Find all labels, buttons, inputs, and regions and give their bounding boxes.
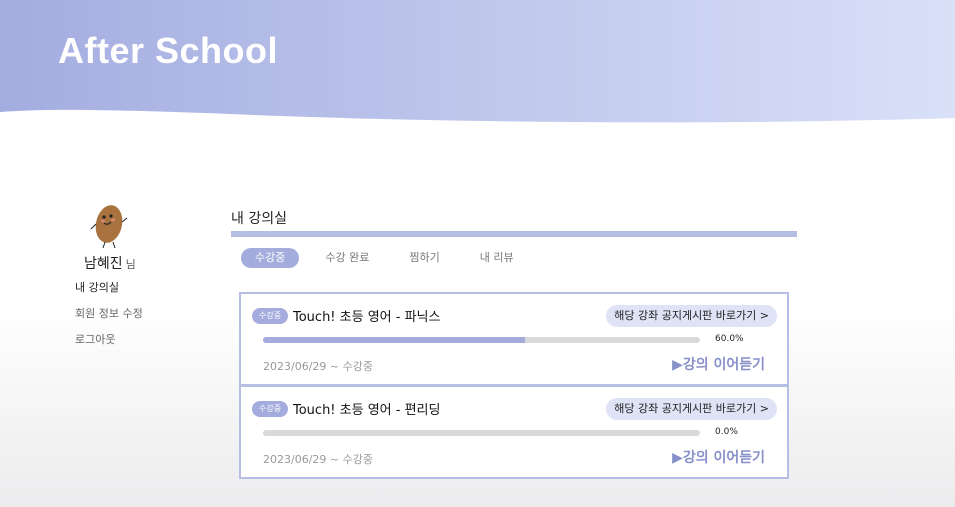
tab-wishlist[interactable]: 찜하기 xyxy=(395,248,454,268)
notice-board-link[interactable]: 해당 강좌 공지게시판 바로가기 > xyxy=(606,398,777,420)
progress-bar xyxy=(263,337,700,343)
tab-completed[interactable]: 수강 완료 xyxy=(311,248,384,268)
user-name-text: 남혜진 xyxy=(84,256,123,272)
course-title[interactable]: Touch! 초등 영어 - 편리딩 xyxy=(293,399,440,418)
resume-lecture-button[interactable]: ▶강의 이어듣기 xyxy=(672,447,765,467)
tab-in-progress[interactable]: 수강중 xyxy=(241,248,300,268)
progress-percent: 60.0% xyxy=(715,334,744,344)
enrollment-period: 2023/06/29 ~ 수강중 xyxy=(263,453,373,466)
course-title[interactable]: Touch! 초등 영어 - 파닉스 xyxy=(293,306,440,325)
course-card: 수강중 Touch! 초등 영어 - 파닉스 해당 강좌 공지게시판 바로가기 … xyxy=(239,292,789,386)
sidebar-menu: 내 강의실 회원 정보 수정 로그아웃 xyxy=(75,281,143,359)
progress-percent: 0.0% xyxy=(715,427,738,437)
tab-my-reviews[interactable]: 내 리뷰 xyxy=(465,248,528,268)
progress-bar xyxy=(263,430,700,436)
progress-bar-fill xyxy=(263,337,526,343)
user-name-suffix: 님 xyxy=(125,258,136,271)
course-card: 수강중 Touch! 초등 영어 - 편리딩 해당 강좌 공지게시판 바로가기 … xyxy=(239,385,789,479)
title-underline xyxy=(231,231,797,237)
enrollment-period: 2023/06/29 ~ 수강중 xyxy=(263,360,373,373)
brand-logo[interactable]: After School xyxy=(58,30,278,72)
page-title: 내 강의실 xyxy=(231,211,287,227)
potato-character-icon xyxy=(90,205,128,249)
status-badge: 수강중 xyxy=(252,308,289,324)
status-badge: 수강중 xyxy=(252,401,289,417)
sidebar-item-my-classroom[interactable]: 내 강의실 xyxy=(75,281,143,307)
sidebar-item-logout[interactable]: 로그아웃 xyxy=(75,333,143,359)
header-banner: After School xyxy=(0,0,955,125)
resume-lecture-button[interactable]: ▶강의 이어듣기 xyxy=(672,354,765,374)
course-tabs: 수강중 수강 완료 찜하기 내 리뷰 xyxy=(241,248,528,268)
avatar xyxy=(82,198,136,252)
user-name: 남혜진 님 xyxy=(84,253,136,273)
sidebar-item-edit-profile[interactable]: 회원 정보 수정 xyxy=(75,307,143,333)
notice-board-link[interactable]: 해당 강좌 공지게시판 바로가기 > xyxy=(606,305,777,327)
